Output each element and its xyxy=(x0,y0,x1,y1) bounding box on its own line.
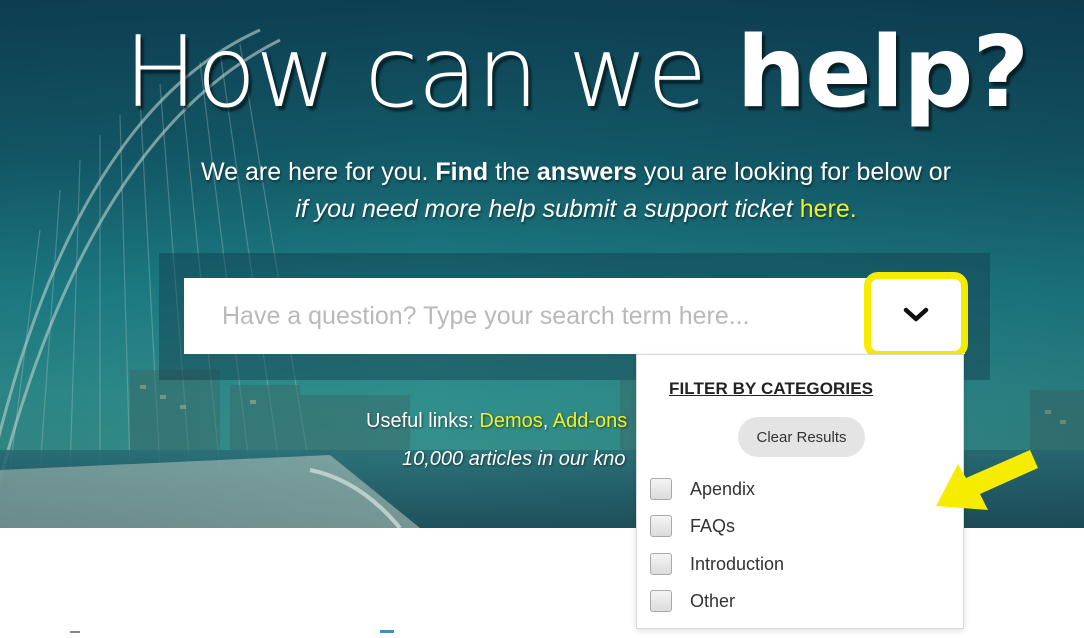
page-title: How can we help? xyxy=(0,18,1084,128)
subtitle-part: We are here for you. xyxy=(201,158,436,186)
page-subtitle: We are here for you. Find the answers yo… xyxy=(0,154,1084,228)
category-label: FAQs xyxy=(690,515,736,536)
checkbox[interactable] xyxy=(650,590,672,612)
annotation-arrow-icon xyxy=(936,450,1038,510)
subtitle-bold-find: Find xyxy=(435,158,489,186)
title-light: How can we xyxy=(123,16,737,130)
subtitle-part: the xyxy=(488,158,537,186)
category-label: Introduction xyxy=(690,553,785,574)
useful-links: Useful links: Demos, Add-ons xyxy=(366,410,627,433)
category-filter-dropdown: FILTER BY CATEGORIES Clear Results Apend… xyxy=(636,354,964,629)
checkbox[interactable] xyxy=(650,515,672,537)
page-bottom-edge xyxy=(0,620,1084,633)
clear-results-button[interactable]: Clear Results xyxy=(738,417,865,457)
category-label: Other xyxy=(690,590,736,611)
category-item-other[interactable]: Other xyxy=(650,588,735,614)
filter-heading: FILTER BY CATEGORIES xyxy=(669,379,874,398)
useful-links-label: Useful links: xyxy=(366,410,480,432)
partial-content-marks xyxy=(70,630,394,633)
link-separator: , xyxy=(542,410,553,432)
category-item-introduction[interactable]: Introduction xyxy=(650,551,784,577)
checkbox[interactable] xyxy=(650,478,672,500)
chevron-down-icon xyxy=(903,307,929,322)
subtitle-part: you are looking for below or xyxy=(636,158,951,186)
link-add-ons[interactable]: Add-ons xyxy=(553,410,628,432)
subtitle-bold-answers: answers xyxy=(536,158,637,186)
subtitle-ticket-text: if you need more help submit a support t… xyxy=(295,195,800,223)
search-box xyxy=(184,278,965,354)
articles-count-text: 10,000 articles in our kno xyxy=(402,448,626,470)
title-bold: help? xyxy=(736,16,1029,130)
category-item-faqs[interactable]: FAQs xyxy=(650,513,735,539)
support-ticket-link[interactable]: here. xyxy=(800,195,857,223)
category-label: Apendix xyxy=(690,478,756,499)
link-demos[interactable]: Demos xyxy=(479,410,542,432)
category-item-apendix[interactable]: Apendix xyxy=(650,476,755,502)
search-input[interactable] xyxy=(184,278,844,354)
checkbox[interactable] xyxy=(650,553,672,575)
category-filter-toggle-button[interactable] xyxy=(864,272,968,358)
